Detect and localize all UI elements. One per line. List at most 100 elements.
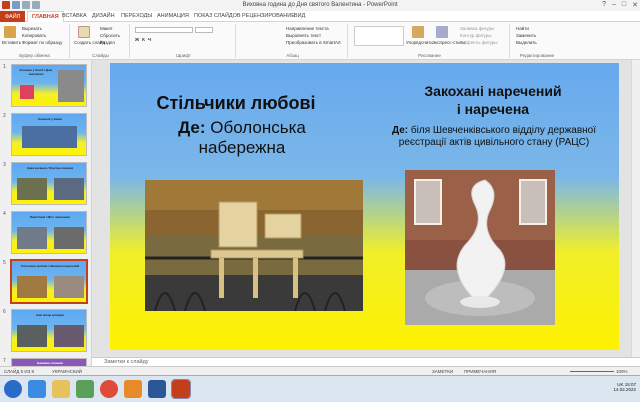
- thumb-image: [17, 227, 47, 249]
- arrange-icon[interactable]: [412, 26, 424, 38]
- tab-transitions[interactable]: ПЕРЕХОДЫ: [121, 13, 152, 19]
- tab-file[interactable]: ФАЙЛ: [0, 11, 26, 22]
- font-label: Шрифт: [176, 53, 191, 58]
- thumb-number: 3: [3, 162, 6, 168]
- right-slide-title-line1[interactable]: Закохані наречений: [378, 83, 608, 99]
- left-location-value: Оболонська набережна: [198, 118, 306, 157]
- comments-toggle-button[interactable]: ПРИМЕЧАНИЯ: [464, 369, 496, 374]
- tab-insert[interactable]: ВСТАВКА: [62, 13, 87, 19]
- clock-date[interactable]: 14.02.2022: [613, 387, 636, 392]
- notes-pane[interactable]: Заметки к слайду: [92, 357, 640, 366]
- slide-thumbnail-5[interactable]: Стільчики любові / Закохані наречений: [10, 259, 88, 304]
- align-text-button[interactable]: Выровнять текст: [286, 33, 321, 38]
- slide-scrollbar[interactable]: [631, 60, 640, 357]
- font-format-buttons[interactable]: ЖКЧ: [135, 37, 154, 42]
- tab-review[interactable]: РЕЦЕНЗИРОВАНИЕ: [242, 13, 295, 19]
- paste-icon[interactable]: [4, 26, 16, 38]
- start-button-icon[interactable]: [4, 380, 22, 398]
- copy-button[interactable]: Копировать: [22, 33, 46, 38]
- slide-thumbnail-6[interactable]: Інші місця кохання: [11, 309, 87, 352]
- quick-styles-icon[interactable]: [436, 26, 448, 38]
- zoom-level[interactable]: 100%: [616, 369, 628, 374]
- slides-label: Слайды: [92, 53, 109, 58]
- thumb-image: [17, 178, 47, 200]
- notes-toggle-button[interactable]: ЗАМЕТКИ: [432, 369, 453, 374]
- font-family-select[interactable]: [135, 27, 193, 33]
- tab-slideshow[interactable]: ПОКАЗ СЛАЙДОВ: [194, 13, 241, 19]
- clipboard-group: Вставить Вырезать Копировать Формат по о…: [0, 24, 70, 58]
- chrome-icon[interactable]: [100, 380, 118, 398]
- right-location-text[interactable]: Де: біля Шевченківського відділу державн…: [386, 125, 602, 149]
- replace-button[interactable]: Заменить: [516, 33, 536, 38]
- clipboard-label: Буфер обмена: [19, 53, 50, 58]
- shape-outline-button[interactable]: Контур фигуры: [460, 33, 491, 38]
- firefox-icon[interactable]: [124, 380, 142, 398]
- left-slide-title[interactable]: Стільчики любові: [146, 93, 326, 114]
- paste-button[interactable]: Вставить: [2, 40, 21, 45]
- chairs-photo[interactable]: [145, 180, 363, 311]
- font-size-select[interactable]: [195, 27, 213, 33]
- ie-icon[interactable]: [28, 380, 46, 398]
- tab-design[interactable]: ДИЗАЙН: [92, 13, 115, 19]
- media-icon[interactable]: [76, 380, 94, 398]
- drawing-group: Упорядочить Экспресс-стили Заливка фигур…: [350, 24, 510, 58]
- thumb-image: [54, 178, 84, 200]
- shapes-gallery-icon[interactable]: [354, 26, 404, 46]
- thumb-image: [54, 325, 84, 347]
- zoom-slider[interactable]: [570, 371, 614, 372]
- section-button[interactable]: Раздел: [100, 40, 115, 45]
- thumb-image: [22, 126, 77, 148]
- right-slide-title-line2[interactable]: і наречена: [378, 101, 608, 117]
- minimize-button[interactable]: –: [612, 1, 616, 9]
- thumb-text: Кохання у Києві / Дню закоханих: [19, 68, 53, 76]
- find-button[interactable]: Найти: [516, 26, 529, 31]
- close-button[interactable]: ✕: [632, 1, 638, 9]
- thumb-number: 1: [3, 64, 6, 70]
- language-indicator[interactable]: УКРАИНСКИЙ: [52, 369, 82, 374]
- maximize-button[interactable]: □: [622, 1, 626, 9]
- thumb-text: Пам'ятник / Міст закоханих: [30, 215, 70, 219]
- status-bar: СЛАЙД 5 ИЗ 8 УКРАИНСКИЙ ЗАМЕТКИ ПРИМЕЧАН…: [0, 366, 640, 375]
- slide-thumbnail-7[interactable]: Бажаємо кохання: [11, 358, 87, 366]
- slide-thumbnail-2[interactable]: Кохання у Києві: [11, 113, 87, 156]
- slide-thumbnails-pane: 1 Кохання у Києві / Дню закоханих 2 Коха…: [0, 60, 92, 366]
- cut-button[interactable]: Вырезать: [22, 26, 42, 31]
- ribbon-tabs: ФАЙЛ ГЛАВНАЯ ВСТАВКА ДИЗАЙН ПЕРЕХОДЫ АНИ…: [0, 11, 640, 23]
- arrange-button[interactable]: Упорядочить: [406, 40, 433, 45]
- thumb-image: [17, 325, 47, 347]
- text-direction-button[interactable]: Направление текста: [286, 26, 329, 31]
- word-icon[interactable]: [148, 380, 166, 398]
- thumb-image: [54, 227, 84, 249]
- current-slide[interactable]: Стільчики любові Де: Оболонська набережн…: [110, 63, 619, 350]
- slide-thumbnail-1[interactable]: Кохання у Києві / Дню закоханих: [11, 64, 87, 107]
- powerpoint-taskbar-icon[interactable]: [171, 379, 191, 399]
- slide-thumbnail-3[interactable]: Арка кохання / Фонтан кохання: [11, 162, 87, 205]
- thumb-image: [54, 276, 84, 298]
- thumb-number: 7: [3, 358, 6, 364]
- shape-effects-button[interactable]: Эффекты фигуры: [460, 40, 498, 45]
- explorer-icon[interactable]: [52, 380, 70, 398]
- tab-view[interactable]: ВИД: [294, 13, 305, 19]
- help-button[interactable]: ?: [602, 1, 606, 9]
- window-title: Виховна година до Дня святого Валентина …: [242, 2, 398, 8]
- format-painter-button[interactable]: Формат по образцу: [22, 40, 62, 45]
- new-slide-icon[interactable]: [78, 26, 90, 38]
- thumb-text: Стільчики любові / Закохані наречений: [20, 264, 80, 268]
- slide-editor: Стільчики любові Де: Оболонська набережн…: [92, 60, 640, 357]
- slide-counter: СЛАЙД 5 ИЗ 8: [4, 369, 35, 374]
- editing-group: Найти Заменить Выделить Редактирование: [512, 24, 562, 58]
- shape-fill-button[interactable]: Заливка фигуры: [460, 26, 494, 31]
- sculpture-photo[interactable]: [405, 170, 555, 325]
- thumb-image: [17, 276, 47, 298]
- slide-thumbnail-4[interactable]: Пам'ятник / Міст закоханих: [11, 211, 87, 254]
- layout-button[interactable]: Макет: [100, 26, 113, 31]
- reset-button[interactable]: Сбросить: [100, 33, 120, 38]
- paragraph-group: Направление текста Выровнять текст Преоб…: [238, 24, 348, 58]
- slides-group: Создать слайд Макет Сбросить Раздел Слай…: [72, 24, 130, 58]
- select-button[interactable]: Выделить: [516, 40, 537, 45]
- left-location-text[interactable]: Де: Оболонська набережна: [162, 118, 322, 158]
- thumb-number: 6: [3, 309, 6, 315]
- smartart-button[interactable]: Преобразовать в SmartArt: [286, 40, 341, 45]
- ribbon: Вставить Вырезать Копировать Формат по о…: [0, 22, 640, 60]
- tab-animation[interactable]: АНИМАЦИЯ: [157, 13, 189, 19]
